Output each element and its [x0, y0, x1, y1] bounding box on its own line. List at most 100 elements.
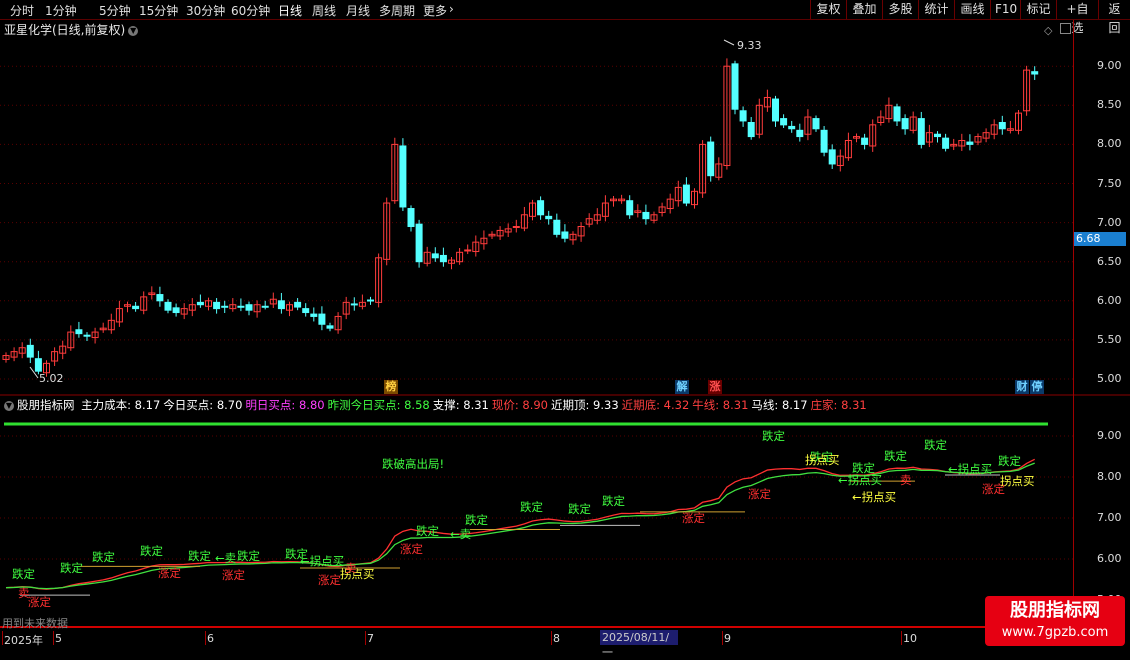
- indicator-tick-label: 8.00: [1097, 470, 1122, 483]
- candle-body: [747, 122, 755, 138]
- candle-body: [820, 129, 828, 153]
- price-tick-label: 6.50: [1097, 254, 1122, 268]
- signal-label: 跌定: [237, 549, 260, 563]
- candle-body: [415, 223, 423, 263]
- candle-body: [464, 249, 472, 252]
- candle-body: [812, 118, 820, 130]
- indicator-menu-icon[interactable]: ▼: [4, 400, 14, 411]
- indicator-field: 昨测今日买点: 8.58: [327, 398, 430, 412]
- indicator-tick-label: 9.00: [1097, 429, 1122, 442]
- candle-body: [561, 231, 569, 239]
- signal-label: 跌定: [416, 524, 439, 538]
- candle-body: [739, 110, 747, 122]
- indicator-field: 庄家: 8.31: [810, 398, 867, 412]
- candle-body: [512, 226, 520, 229]
- low-price-label: 5.02: [39, 372, 64, 385]
- date-axis-label: 8: [553, 632, 560, 645]
- price-tick-label: 7.50: [1097, 176, 1122, 190]
- date-tick: [2, 631, 3, 645]
- signal-label: ←卖: [215, 551, 237, 565]
- date-axis-label: 10: [903, 632, 917, 645]
- stock-title-text: 亚星化学(日线,前复权): [4, 23, 126, 37]
- candle-body: [682, 184, 690, 204]
- candle-body: [642, 211, 650, 220]
- event-badge[interactable]: 榜: [384, 380, 398, 394]
- window-box-icon[interactable]: [1060, 23, 1071, 34]
- candle-body: [237, 305, 245, 308]
- date-axis-label: 6: [207, 632, 214, 645]
- candle-body: [310, 313, 318, 317]
- candle-body: [261, 305, 269, 308]
- signal-label: 拐点买: [805, 453, 840, 467]
- watermark-title: 股朋指标网: [1010, 600, 1100, 621]
- candle-body: [788, 125, 796, 130]
- indicator-header: ▼ 股朋指标网 主力成本: 8.17 今日买点: 8.70 明日买点: 8.80 昨测今…: [2, 397, 873, 413]
- diamond-icon[interactable]: ◇: [1044, 24, 1052, 37]
- candle-body: [221, 305, 229, 308]
- candle-body: [553, 219, 561, 235]
- signal-label: 涨定: [28, 595, 51, 609]
- candle-body: [318, 313, 326, 325]
- date-axis-label: 2025年: [4, 634, 43, 647]
- kline-chart[interactable]: [0, 0, 1130, 650]
- signal-label: 跌定: [924, 438, 947, 452]
- candle-body: [350, 303, 358, 306]
- candle-body: [245, 304, 253, 311]
- candle-body: [83, 334, 91, 337]
- date-axis-label: 5: [55, 632, 62, 645]
- signal-label: 涨定: [158, 566, 181, 580]
- signal-label: ←卖: [450, 527, 472, 541]
- date-tick: [901, 631, 902, 645]
- candle-body: [966, 141, 974, 145]
- date-tick: [53, 631, 54, 645]
- dropdown-icon[interactable]: ▼: [128, 25, 139, 36]
- right-axis-divider: [1073, 20, 1074, 630]
- signal-label: ←拐点买: [300, 554, 345, 568]
- watermark-logo: 股朋指标网 www.7gpzb.com: [985, 596, 1125, 646]
- price-tick-label: 8.50: [1097, 98, 1122, 112]
- price-tick-label: 6.00: [1097, 293, 1122, 307]
- candle-body: [626, 200, 634, 216]
- candle-body: [75, 329, 83, 335]
- event-badge[interactable]: 停: [1030, 380, 1044, 394]
- candle-body: [302, 308, 310, 314]
- signal-label: 拐点买: [1000, 474, 1035, 488]
- event-badge[interactable]: 解: [675, 380, 689, 394]
- candle-body: [901, 118, 909, 130]
- indicator-field: 牛线: 8.31: [692, 398, 749, 412]
- indicator-field: 明日买点: 8.80: [245, 398, 325, 412]
- high-price-label: 9.33: [737, 39, 762, 52]
- price-tick-label: 5.50: [1097, 332, 1122, 346]
- date-tick: [722, 631, 723, 645]
- indicator-field: 今日买点: 8.70: [163, 398, 243, 412]
- candle-body: [917, 118, 925, 145]
- stock-title: 亚星化学(日线,前复权) ▼: [4, 21, 139, 38]
- indicator-field: 近期顶: 9.33: [551, 398, 619, 412]
- signal-label: ←拐点买: [852, 490, 897, 504]
- indicator-field: 近期底: 4.32: [621, 398, 690, 412]
- signal-label: 卖: [18, 586, 30, 600]
- signal-label: ←拐点买: [838, 473, 883, 487]
- candle-body: [156, 294, 164, 302]
- price-tick-label: 8.00: [1097, 137, 1122, 151]
- candle-body: [1031, 71, 1039, 75]
- signal-label: 跌定: [762, 429, 785, 443]
- candle-body: [861, 137, 869, 145]
- price-tick-label: 5.00: [1097, 372, 1122, 385]
- watermark-url: www.7gpzb.com: [1001, 625, 1109, 640]
- signal-label: 跌破高出局!: [382, 457, 445, 471]
- candle-body: [707, 141, 715, 177]
- candle-body: [213, 301, 221, 310]
- event-badge[interactable]: 涨: [708, 380, 722, 394]
- candle-body: [172, 307, 180, 314]
- event-badge[interactable]: 财: [1015, 380, 1029, 394]
- candle-body: [407, 208, 415, 228]
- date-axis: 2025年 5 6 7 8 9 10: [0, 629, 1073, 650]
- date-tick: [365, 631, 366, 645]
- signal-label: 涨定: [400, 542, 423, 556]
- signal-label: 跌定: [92, 550, 115, 564]
- date-tick: [551, 631, 552, 645]
- candle-body: [934, 133, 941, 138]
- candle-body: [132, 305, 140, 310]
- signal-label: 涨定: [748, 487, 771, 501]
